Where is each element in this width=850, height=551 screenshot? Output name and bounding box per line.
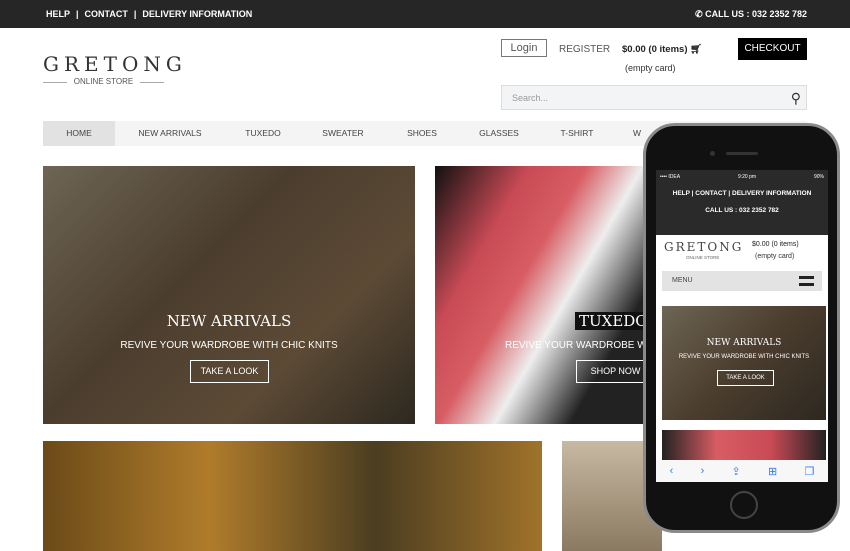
battery: 90% bbox=[813, 174, 824, 180]
cart-status: (empty card) bbox=[625, 63, 676, 73]
cart-summary[interactable]: $0.00 (0 items) 🛒︎ bbox=[622, 44, 702, 55]
phone-call-us: CALL US : 032 2352 782 bbox=[705, 207, 779, 214]
phone-top-bar: •••• IDEA 9:20 pm 90% HELP | CONTACT | DEL… bbox=[656, 170, 828, 235]
speaker bbox=[726, 152, 758, 155]
phone-cart-status: (empty card) bbox=[755, 253, 795, 260]
share-icon[interactable]: ⇪ bbox=[732, 465, 741, 478]
camera bbox=[710, 151, 715, 156]
separator: | bbox=[133, 9, 137, 19]
banner-subtitle: REVIVE YOUR WARDROBE WI bbox=[505, 340, 650, 351]
delivery-information-link[interactable]: DELIVERY INFORMATION bbox=[142, 9, 252, 19]
banner-title: NEW ARRIVALS bbox=[166, 312, 292, 330]
phone-menu-button[interactable]: MENU bbox=[662, 271, 822, 291]
call-us-text: CALL US : 032 2352 782 bbox=[705, 9, 807, 19]
nav-sweater[interactable]: SWEATER bbox=[301, 121, 385, 146]
phone-links[interactable]: HELP | CONTACT | DELIVERY INFORMATION bbox=[656, 190, 828, 197]
tabs-icon[interactable]: ❐ bbox=[804, 465, 814, 478]
phone-banner-subtitle: REVIVE YOUR WARDROBE WITH CHIC KNITS bbox=[678, 354, 810, 360]
contact-link[interactable]: CONTACT bbox=[85, 9, 128, 19]
call-us: ✆ CALL US : 032 2352 782 bbox=[695, 9, 807, 20]
phone-logo: GRETONG bbox=[664, 240, 744, 254]
time: 9:20 pm bbox=[737, 174, 757, 180]
nav-tuxedo[interactable]: TUXEDO bbox=[225, 121, 301, 146]
hamburger-icon bbox=[799, 276, 814, 286]
top-bar: HELP | CONTACT | DELIVERY INFORMATION ✆ CA… bbox=[0, 0, 850, 28]
nav-new-arrivals[interactable]: NEW ARRIVALS bbox=[115, 121, 225, 146]
checkout-button[interactable]: CHECKOUT bbox=[738, 38, 807, 60]
menu-label: MENU bbox=[672, 277, 693, 284]
nav-home[interactable]: HOME bbox=[43, 121, 115, 146]
phone-mockup: •••• IDEA 9:20 pm 90% HELP | CONTACT | DEL… bbox=[643, 123, 840, 533]
banner-title: TUXEDO bbox=[575, 312, 652, 330]
home-button[interactable] bbox=[730, 491, 758, 519]
logo-subtitle: ONLINE STORE bbox=[43, 77, 164, 86]
phone-cart[interactable]: $0.00 (0 items) bbox=[752, 241, 799, 248]
search-icon[interactable]: ⚲ bbox=[791, 90, 801, 107]
banner-tuxedo[interactable]: TUXEDO REVIVE YOUR WARDROBE WI SHOP NOW bbox=[435, 166, 665, 424]
banner-image-woman[interactable] bbox=[43, 441, 542, 551]
bookmarks-icon[interactable]: ⊞ bbox=[768, 465, 777, 478]
nav-glasses[interactable]: GLASSES bbox=[459, 121, 539, 146]
login-button[interactable]: Login bbox=[501, 39, 547, 57]
nav-t-shirt[interactable]: T-SHIRT bbox=[539, 121, 615, 146]
separator: | bbox=[76, 9, 79, 19]
logo[interactable]: GRETONG bbox=[43, 52, 187, 76]
phone-icon: ✆ bbox=[695, 9, 706, 19]
cart-icon: 🛒︎ bbox=[690, 44, 703, 55]
phone-logo-subtitle: ONLINE STORE bbox=[686, 255, 720, 260]
phone-banner-title: NEW ARRIVALS bbox=[706, 338, 782, 348]
banner-new-arrivals[interactable]: NEW ARRIVALS REVIVE YOUR WARDROBE WITH C… bbox=[43, 166, 415, 424]
carrier: •••• IDEA bbox=[660, 174, 681, 180]
register-link[interactable]: REGISTER bbox=[559, 44, 610, 55]
forward-icon[interactable]: › bbox=[701, 465, 705, 477]
phone-take-a-look-button[interactable]: TAKE A LOOK bbox=[717, 370, 774, 386]
search-placeholder: Search... bbox=[512, 93, 549, 103]
nav-shoes[interactable]: SHOES bbox=[385, 121, 459, 146]
search-input[interactable]: Search... ⚲ bbox=[501, 85, 807, 110]
back-icon[interactable]: ‹ bbox=[670, 465, 674, 477]
safari-toolbar: ‹ › ⇪ ⊞ ❐ bbox=[656, 460, 828, 482]
help-link[interactable]: HELP bbox=[46, 9, 70, 19]
take-a-look-button[interactable]: TAKE A LOOK bbox=[190, 360, 269, 383]
phone-screen: •••• IDEA 9:20 pm 90% HELP | CONTACT | DEL… bbox=[656, 170, 828, 482]
cart-total: $0.00 (0 items) bbox=[622, 44, 688, 55]
banner-subtitle: REVIVE YOUR WARDROBE WITH CHIC KNITS bbox=[120, 340, 338, 351]
phone-banner[interactable]: NEW ARRIVALS REVIVE YOUR WARDROBE WITH C… bbox=[662, 306, 826, 420]
